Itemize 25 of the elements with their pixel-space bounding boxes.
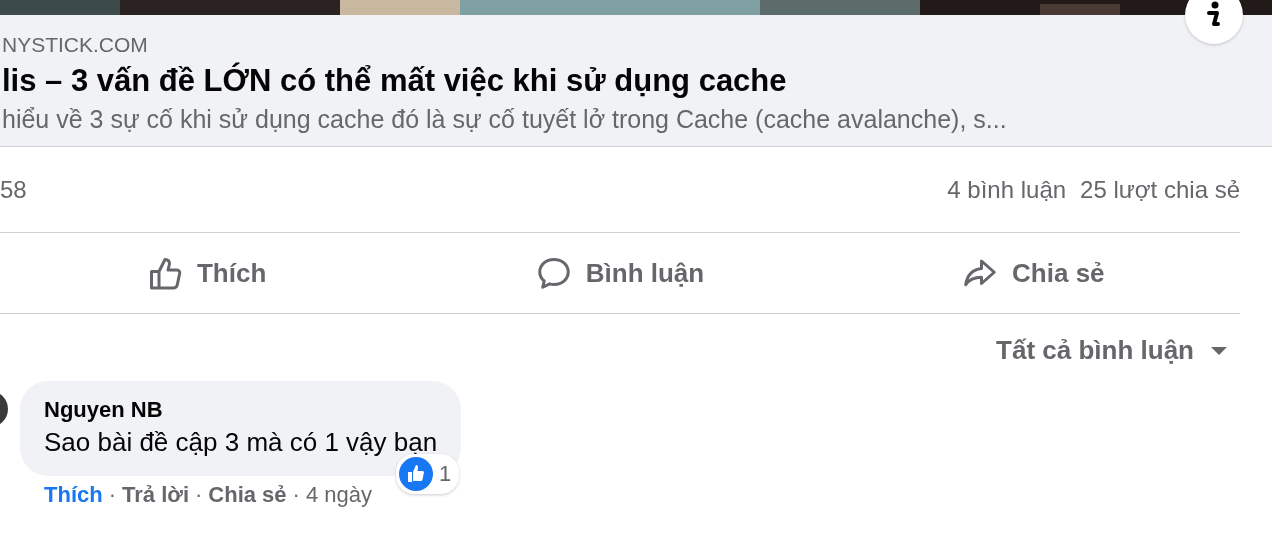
speech-bubble-icon — [535, 255, 572, 291]
reaction-count: 1 — [438, 461, 452, 487]
caret-icon — [1210, 345, 1228, 356]
thumbs-up-icon — [398, 457, 433, 491]
comment-time[interactable]: 4 ngày — [305, 482, 372, 508]
like-button[interactable]: Thích — [0, 233, 414, 313]
comment-author[interactable]: Nguyen NB — [44, 397, 438, 423]
thumbs-up-icon — [147, 255, 183, 291]
share-link[interactable]: Chia sẻ — [208, 482, 287, 508]
link-preview[interactable]: NYSTICK.COM lis – 3 vấn đề LỚN có thể mất việc khi sử dụng cache hiểu về 3 sự cố khi sử dụng cache đó là sự cố tuyết lở trong Cache (cache avalanche), s... — [0, 15, 1272, 147]
reply-link[interactable]: Trả lời — [122, 482, 189, 508]
link-description: hiểu về 3 sự cố khi sử dụng cache đó là sự cố tuyết lở trong Cache (cache avalanche), s... — [2, 105, 1008, 134]
link-domain: NYSTICK.COM — [2, 33, 149, 57]
comment-count[interactable]: 4 bình luận — [947, 175, 1067, 204]
like-link[interactable]: Thích — [44, 482, 103, 508]
separator-dot: · — [195, 482, 203, 508]
share-button[interactable]: Chia sẻ — [826, 233, 1240, 313]
reaction-count[interactable]: 58 — [0, 175, 27, 204]
separator-dot: · — [292, 482, 300, 508]
link-title: lis – 3 vấn đề LỚN có thể mất việc khi sử dụng cache — [2, 63, 788, 99]
separator-dot: · — [108, 482, 116, 508]
reaction-badge[interactable]: 1 — [395, 454, 460, 494]
share-count[interactable]: 25 lượt chia sẻ — [1080, 175, 1240, 204]
comment-sort-dropdown[interactable]: Tất cả bình luận — [990, 334, 1234, 367]
comment-button[interactable]: Bình luận — [413, 233, 827, 313]
